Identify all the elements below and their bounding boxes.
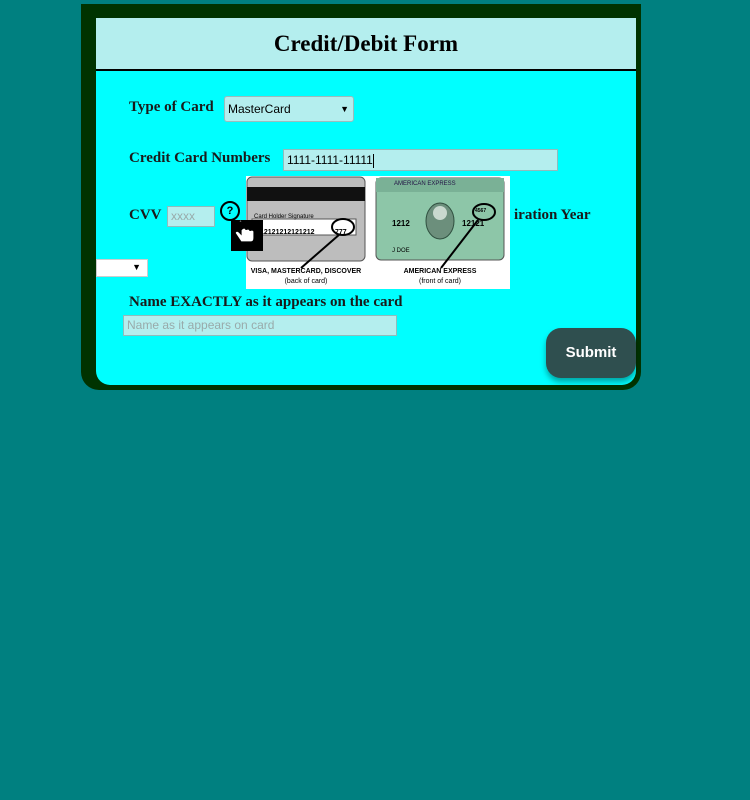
card-numbers-value: 1111-1111-11111	[287, 153, 373, 167]
card-type-select[interactable]: MasterCard ▼	[224, 96, 354, 122]
front-name: J DOE	[392, 248, 410, 254]
card-type-label: Type of Card	[129, 99, 214, 115]
front-number-right: 12121	[462, 219, 485, 228]
chevron-down-icon: ▼	[340, 104, 349, 114]
form-panel: Credit/Debit Form Type of Card MasterCar…	[96, 18, 636, 385]
front-caption: AMERICAN EXPRESS	[403, 268, 477, 275]
card-numbers-label: Credit Card Numbers	[129, 150, 271, 166]
cvv-placeholder: xxxx	[171, 209, 195, 223]
hand-pointer-icon	[231, 220, 263, 251]
expiration-year-select[interactable]: ▼	[96, 259, 148, 277]
front-number-left: 1212	[392, 219, 410, 228]
name-label: Name EXACTLY as it appears on the card	[129, 294, 403, 310]
card-type-value: MasterCard	[228, 102, 291, 116]
text-caret	[372, 153, 374, 168]
submit-button[interactable]: Submit	[546, 328, 636, 378]
name-placeholder: Name as it appears on card	[127, 318, 275, 332]
back-cvv-number: 777	[335, 229, 347, 236]
back-caption-sub: (back of card)	[284, 278, 328, 285]
cvv-input[interactable]: xxxx	[167, 206, 215, 227]
back-card-number: 12121212121212	[260, 229, 315, 236]
front-brand: AMERICAN EXPRESS	[394, 181, 456, 187]
cvv-help-image: Card Holder Signature 12121212121212 777…	[246, 176, 510, 289]
name-input[interactable]: Name as it appears on card	[123, 315, 397, 336]
question-circle-icon[interactable]: ?	[220, 201, 240, 221]
card-numbers-input[interactable]: 1111-1111-11111	[283, 149, 558, 171]
front-caption-sub: (front of card)	[418, 278, 461, 285]
form-frame: Credit/Debit Form Type of Card MasterCar…	[81, 4, 641, 390]
chevron-down-icon: ▼	[132, 262, 141, 272]
cvv-label: CVV	[129, 207, 162, 223]
front-cvv-number: 4567	[475, 208, 487, 214]
form-title: Credit/Debit Form	[273, 31, 459, 56]
form-header: Credit/Debit Form	[96, 18, 636, 71]
back-caption: VISA, MASTERCARD, DISCOVER	[250, 268, 362, 275]
expiration-year-label: iration Year	[514, 207, 591, 223]
